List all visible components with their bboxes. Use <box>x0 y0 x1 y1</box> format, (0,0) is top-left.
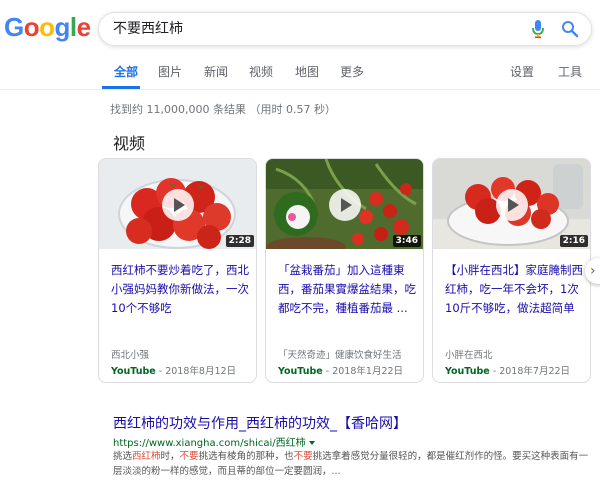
video-date: - 2018年8月12日 <box>155 366 237 377</box>
video-platform: YouTube <box>111 366 156 377</box>
video-meta: YouTube - 2018年1月22日 <box>278 363 403 377</box>
video-thumbnail[interactable]: 3:46 <box>266 159 423 249</box>
play-icon[interactable] <box>162 189 194 221</box>
logo-letter: o <box>23 12 40 42</box>
google-logo[interactable]: Google <box>4 12 91 42</box>
search-input[interactable] <box>113 20 493 36</box>
video-title-link[interactable]: 西红柿不要炒着吃了，西北小强妈妈教你新做法，一次10个不够吃 <box>111 261 251 318</box>
video-thumbnail[interactable]: 2:16 <box>433 159 590 249</box>
snippet-text: 挑选有棱角的那种，也 <box>198 451 294 462</box>
tab-videos[interactable]: 视频 <box>249 64 273 80</box>
video-source: 「天然奇迹」健康饮食好生活 <box>278 350 402 361</box>
search-icon[interactable] <box>561 20 579 42</box>
result-stats: 找到约 11,000,000 条结果 （用时 0.57 秒） <box>110 103 336 116</box>
logo-letter: g <box>54 12 71 42</box>
video-date: - 2018年1月22日 <box>322 366 404 377</box>
tab-news[interactable]: 新闻 <box>204 64 228 80</box>
result-url-text: https://www.xiangha.com/shicai/西红柿 <box>113 438 306 449</box>
result-url: https://www.xiangha.com/shicai/西红柿 <box>113 434 315 449</box>
video-source: 西北小强 <box>111 350 150 361</box>
tabs-divider <box>0 89 600 90</box>
tab-all[interactable]: 全部 <box>114 64 138 80</box>
video-source: 小胖在西北 <box>445 350 493 361</box>
tools-link[interactable]: 工具 <box>558 64 582 80</box>
search-box <box>98 12 592 46</box>
tab-images[interactable]: 图片 <box>158 64 182 80</box>
dropdown-caret-icon[interactable] <box>308 441 315 445</box>
snippet-highlight: 不要 <box>179 451 199 462</box>
videos-section-title: 视频 <box>113 134 146 153</box>
video-duration: 3:46 <box>392 235 421 247</box>
video-card[interactable]: 2:28 西红柿不要炒着吃了，西北小强妈妈教你新做法，一次10个不够吃 西北小强… <box>98 158 257 383</box>
video-card[interactable]: 2:16 【小胖在西北】家庭腌制西红柿，吃一年不会坏，1次10斤不够吃，做法超简… <box>432 158 591 383</box>
tab-more[interactable]: 更多 <box>340 64 364 80</box>
snippet-highlight: 不要 <box>293 451 313 462</box>
logo-letter: l <box>69 12 77 42</box>
video-duration: 2:28 <box>225 235 254 247</box>
logo-letter: e <box>76 12 91 42</box>
video-card[interactable]: 3:46 「盆栽番茄」加入這種東西，番茄果實爆盆結果，吃都吃不完，種植番茄最 .… <box>265 158 424 383</box>
video-meta: YouTube - 2018年8月12日 <box>111 363 236 377</box>
video-platform: YouTube <box>278 366 323 377</box>
play-icon[interactable] <box>329 189 361 221</box>
settings-link[interactable]: 设置 <box>510 64 534 80</box>
snippet-highlight: 西红柿 <box>132 451 161 462</box>
mic-icon[interactable] <box>531 19 545 43</box>
video-date: - 2018年7月22日 <box>489 366 571 377</box>
play-icon[interactable] <box>496 189 528 221</box>
snippet-text: 时， <box>160 451 180 462</box>
video-duration: 2:16 <box>559 235 588 247</box>
video-title-link[interactable]: 「盆栽番茄」加入這種東西，番茄果實爆盆結果，吃都吃不完，種植番茄最 ... <box>278 261 418 318</box>
video-thumbnail[interactable]: 2:28 <box>99 159 256 249</box>
logo-letter: o <box>39 12 55 42</box>
video-title-link[interactable]: 【小胖在西北】家庭腌制西红柿，吃一年不会坏，1次10斤不够吃，做法超简单 <box>445 261 585 318</box>
video-meta: YouTube - 2018年7月22日 <box>445 363 570 377</box>
tab-maps[interactable]: 地图 <box>295 64 319 80</box>
result-title-link[interactable]: 西红柿的功效与作用_西红柿的功效_【香哈网】 <box>113 413 407 433</box>
snippet-text: 挑选 <box>113 451 133 462</box>
chevron-right-icon: › <box>590 263 596 279</box>
logo-letter: G <box>4 12 24 42</box>
result-snippet: 挑选西红柿时，不要挑选有棱角的那种，也不要挑选拿着感觉分量很轻的，都是催红剂作的… <box>113 449 595 479</box>
video-platform: YouTube <box>445 366 490 377</box>
